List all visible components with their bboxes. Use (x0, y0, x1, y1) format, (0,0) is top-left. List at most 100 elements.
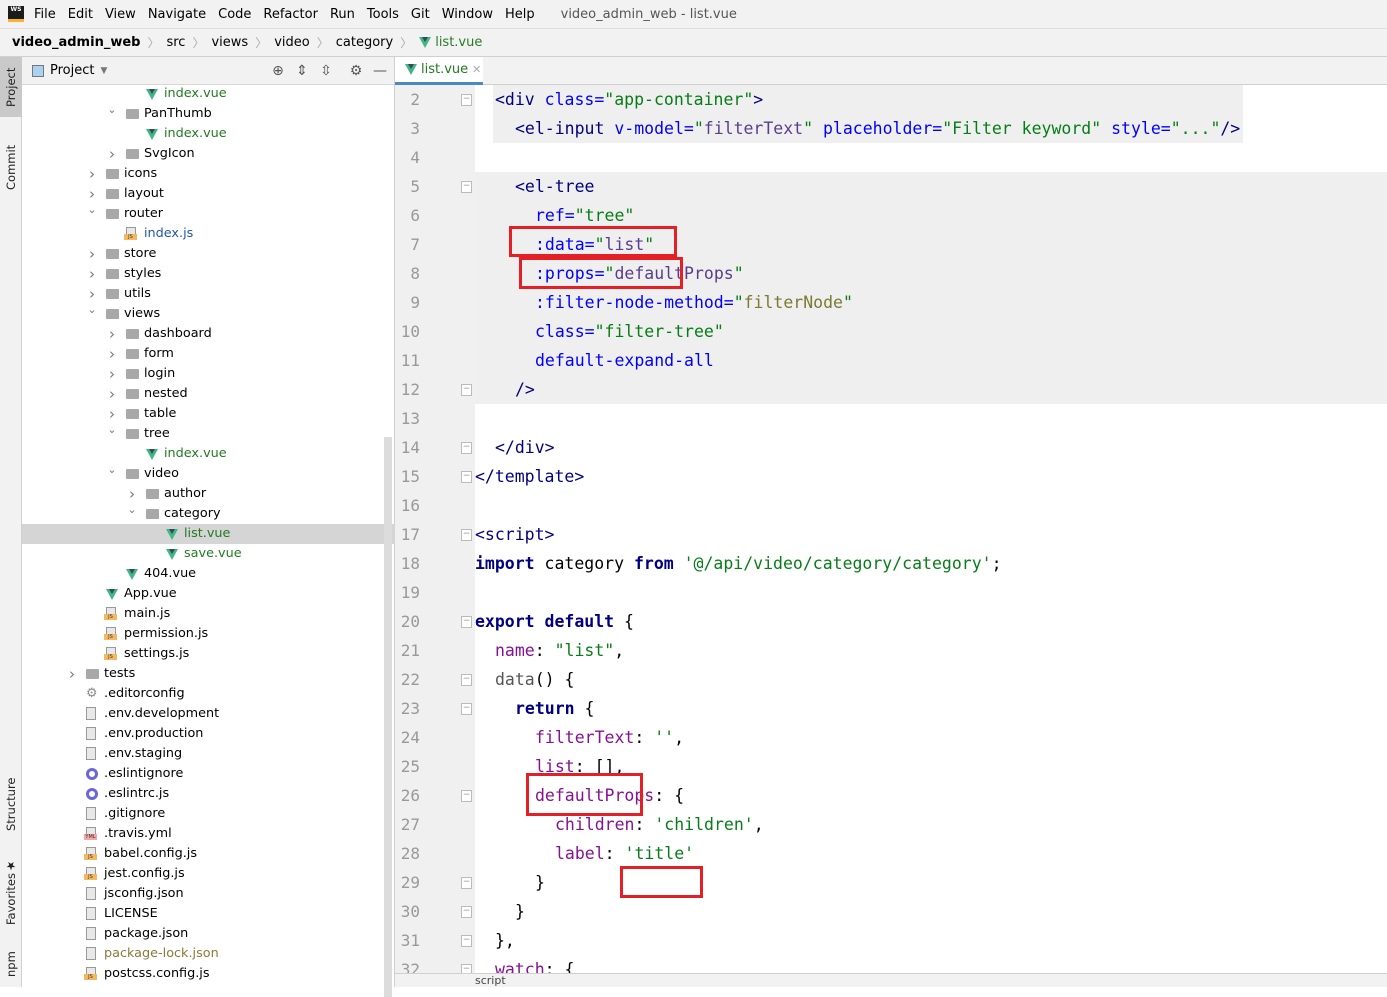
tree-item[interactable]: save.vue (22, 544, 395, 564)
tree-item[interactable]: JS permission.js (22, 624, 395, 644)
tree-item[interactable]: › utils (22, 284, 395, 304)
tree-item[interactable]: jsconfig.json (22, 884, 395, 904)
chevron-down-icon[interactable]: ⌄ (86, 200, 98, 220)
breadcrumb-item[interactable]: category (336, 35, 393, 50)
menu-tools[interactable]: Tools (367, 7, 399, 22)
chevron-right-icon[interactable]: › (86, 164, 98, 184)
tree-item[interactable]: .gitignore (22, 804, 395, 824)
tree-item[interactable]: App.vue (22, 584, 395, 604)
tree-item[interactable]: YML .travis.yml (22, 824, 395, 844)
tree-item[interactable]: package-lock.json (22, 944, 395, 964)
collapse-all-icon[interactable]: ⇳ (318, 63, 334, 79)
tab-structure[interactable]: Structure (0, 767, 22, 842)
menu-file[interactable]: File (34, 7, 56, 22)
tree-item-label: .gitignore (104, 806, 166, 821)
tree-item[interactable]: › icons (22, 164, 395, 184)
tree-item[interactable]: ⌄ router (22, 203, 395, 224)
tree-item[interactable]: .eslintignore (22, 764, 395, 784)
tree-item[interactable]: list.vue (22, 524, 395, 544)
breadcrumb-item[interactable]: views (211, 35, 248, 50)
locate-icon[interactable]: ⊕ (270, 63, 286, 79)
chevron-down-icon[interactable]: ⌄ (126, 500, 138, 520)
menu-refactor[interactable]: Refactor (263, 7, 318, 22)
tree-item[interactable]: package.json (22, 924, 395, 944)
chevron-right-icon[interactable]: › (106, 344, 118, 364)
tree-item[interactable]: JS index.js (22, 224, 395, 244)
tree-item[interactable]: .env.development (22, 704, 395, 724)
code-token: '' (654, 728, 675, 747)
chevron-down-icon[interactable]: ⌄ (86, 300, 98, 320)
chevron-right-icon[interactable]: › (66, 664, 78, 684)
breadcrumb-item[interactable]: src (166, 35, 185, 50)
chevron-right-icon[interactable]: › (86, 244, 98, 264)
menu-navigate[interactable]: Navigate (148, 7, 206, 22)
tab-npm[interactable]: npm (0, 942, 22, 987)
breadcrumb-item[interactable]: video (274, 35, 310, 50)
tree-item[interactable]: ⌄ views (22, 303, 395, 324)
menu-window[interactable]: Window (442, 7, 493, 22)
tree-item[interactable]: › store (22, 244, 395, 264)
json-file-icon (86, 927, 96, 940)
tree-item[interactable]: › nested (22, 384, 395, 404)
tree-item[interactable]: index.vue (22, 124, 395, 144)
chevron-down-icon[interactable]: ⌄ (106, 460, 118, 480)
folder-icon (146, 509, 159, 519)
chevron-right-icon[interactable]: › (106, 364, 118, 384)
tree-item[interactable]: .env.production (22, 724, 395, 744)
tree-item[interactable]: › table (22, 404, 395, 424)
gear-icon[interactable]: ⚙ (348, 63, 364, 79)
tree-item[interactable]: .env.staging (22, 744, 395, 764)
chevron-right-icon[interactable]: › (106, 144, 118, 164)
tree-item[interactable]: › SvgIcon (22, 144, 395, 164)
close-icon[interactable]: ✕ (472, 63, 481, 76)
tab-favorites[interactable]: Favorites ★ (0, 852, 22, 932)
tree-item[interactable]: › dashboard (22, 324, 395, 344)
tree-item[interactable]: › styles (22, 264, 395, 284)
breadcrumb-item[interactable]: list.vue (435, 35, 482, 50)
tree-item[interactable]: JS settings.js (22, 644, 395, 664)
tree-item[interactable]: 404.vue (22, 564, 395, 584)
code-area[interactable]: <div class="app-container"> <el-input v-m… (395, 85, 1387, 973)
menu-view[interactable]: View (105, 7, 136, 22)
menu-git[interactable]: Git (411, 7, 430, 22)
chevron-down-icon[interactable]: ▼ (100, 66, 107, 76)
tree-item[interactable]: JS postcss.config.js (22, 964, 395, 984)
tree-item[interactable]: ⌄ category (22, 503, 395, 524)
tree-item[interactable]: › form (22, 344, 395, 364)
expand-all-icon[interactable]: ⇕ (294, 63, 310, 79)
tab-project[interactable]: Project (0, 57, 22, 117)
tree-item[interactable]: JS main.js (22, 604, 395, 624)
breadcrumb-item[interactable]: video_admin_web (12, 35, 140, 50)
tree-item[interactable]: ⌄ PanThumb (22, 103, 395, 124)
tree-item[interactable]: ⌄ tree (22, 423, 395, 444)
tree-item[interactable]: ⚙ .editorconfig (22, 684, 395, 704)
chevron-down-icon[interactable]: ⌄ (106, 100, 118, 120)
tree-item[interactable]: index.vue (22, 84, 395, 104)
code-token: <el-input (515, 119, 615, 138)
scrollbar[interactable] (384, 437, 392, 997)
tab-list-vue[interactable]: list.vue ✕ (395, 57, 483, 85)
tree-item[interactable]: index.vue (22, 444, 395, 464)
project-view-selector[interactable]: Project (50, 63, 94, 78)
tree-item[interactable]: › login (22, 364, 395, 384)
chevron-right-icon[interactable]: › (106, 384, 118, 404)
tree-item[interactable]: › author (22, 484, 395, 504)
tree-item[interactable]: ⌄ video (22, 463, 395, 484)
minimize-icon[interactable]: — (372, 63, 388, 79)
chevron-down-icon[interactable]: ⌄ (106, 420, 118, 440)
tree-item[interactable]: LICENSE (22, 904, 395, 924)
file-file-icon (86, 707, 96, 720)
tree-item[interactable]: .eslintrc.js (22, 784, 395, 804)
menu-edit[interactable]: Edit (68, 7, 93, 22)
tree-item-label: table (144, 406, 177, 421)
tab-commit[interactable]: Commit (0, 132, 22, 202)
tree-item[interactable]: JS babel.config.js (22, 844, 395, 864)
chevron-right-icon[interactable]: › (106, 324, 118, 344)
tree-item[interactable]: JS jest.config.js (22, 864, 395, 884)
menu-code[interactable]: Code (218, 7, 251, 22)
chevron-right-icon[interactable]: › (86, 264, 98, 284)
tree-item[interactable]: › layout (22, 184, 395, 204)
menu-run[interactable]: Run (330, 7, 355, 22)
tree-item[interactable]: › tests (22, 664, 395, 684)
menu-help[interactable]: Help (505, 7, 535, 22)
